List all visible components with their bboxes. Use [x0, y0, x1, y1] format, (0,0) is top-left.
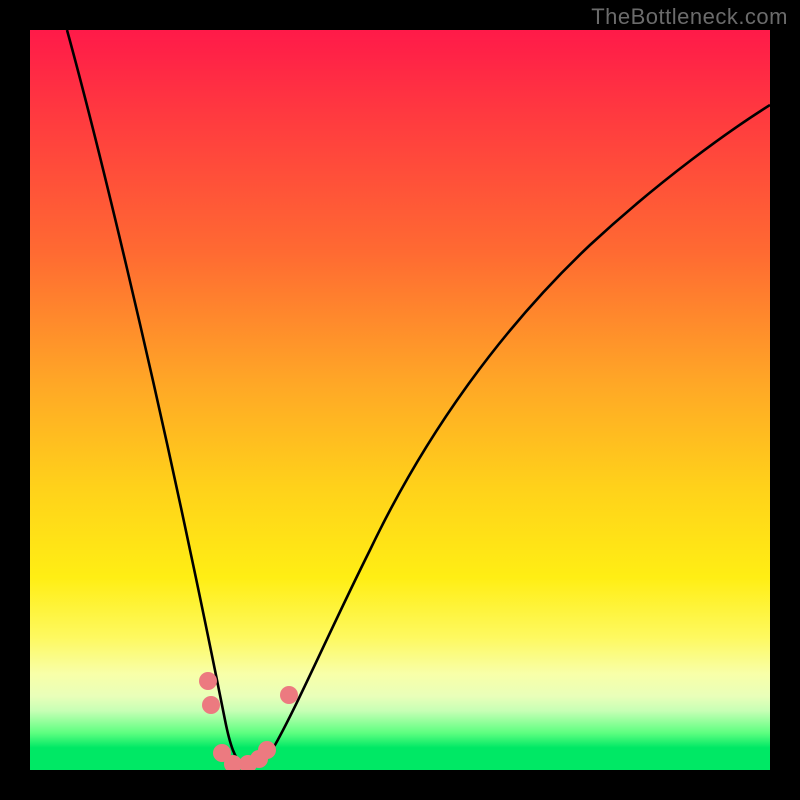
- curve-marker: [202, 696, 220, 714]
- curve-marker: [280, 686, 298, 704]
- curve-marker: [199, 672, 217, 690]
- plot-area: [30, 30, 770, 770]
- chart-svg: [30, 30, 770, 770]
- curve-marker: [258, 741, 276, 759]
- bottleneck-curve: [67, 30, 770, 766]
- marker-group: [199, 672, 298, 770]
- watermark-text: TheBottleneck.com: [591, 4, 788, 30]
- chart-frame: TheBottleneck.com: [0, 0, 800, 800]
